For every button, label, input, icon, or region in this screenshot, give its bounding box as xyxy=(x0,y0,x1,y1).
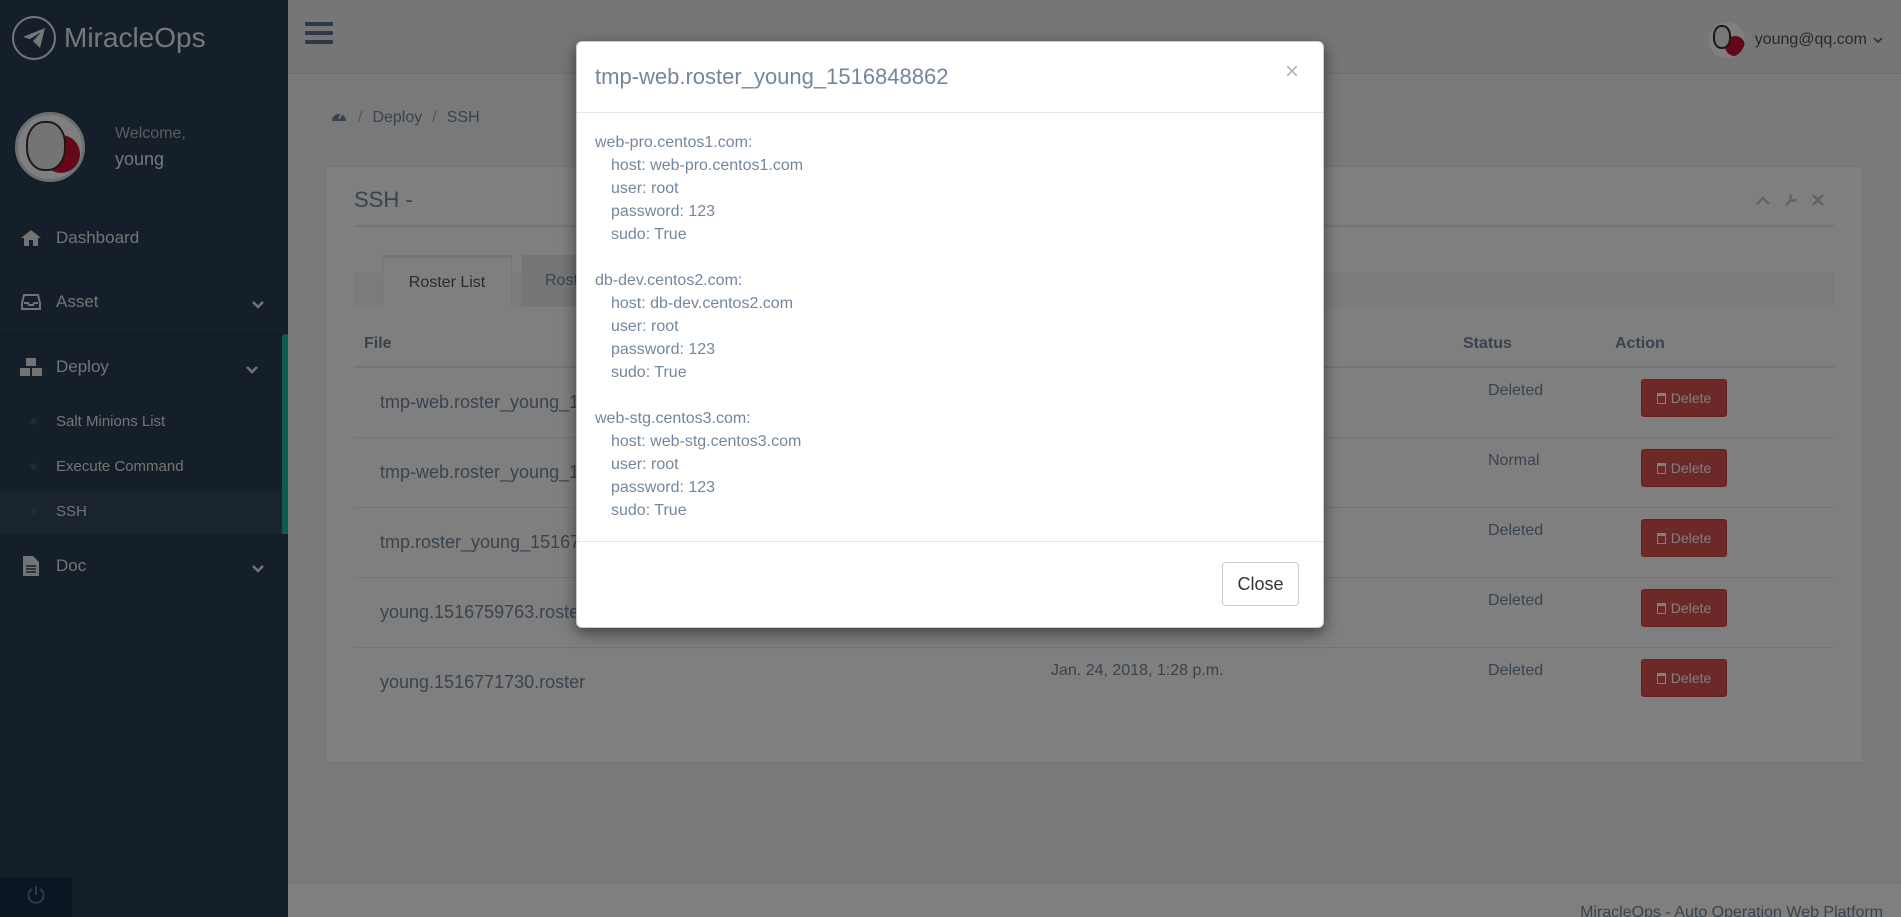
host-line: sudo: True xyxy=(611,502,687,519)
host-entry: web-pro.centos1.com: host: web-pro.cento… xyxy=(595,131,803,246)
host-name: db-dev.centos2.com: xyxy=(595,272,743,289)
host-line: host: web-pro.centos1.com xyxy=(611,157,804,174)
host-line: host: web-stg.centos3.com xyxy=(611,433,802,450)
host-line: sudo: True xyxy=(611,226,687,243)
modal-header: tmp-web.roster_young_1516848862 × xyxy=(577,42,1323,113)
host-entry: db-dev.centos2.com: host: db-dev.centos2… xyxy=(595,269,793,384)
close-icon[interactable]: × xyxy=(1285,58,1299,86)
host-line: user: root xyxy=(611,180,679,197)
host-line: user: root xyxy=(611,318,679,335)
host-line: password: 123 xyxy=(611,341,716,358)
host-line: password: 123 xyxy=(611,479,716,496)
host-line: host: db-dev.centos2.com xyxy=(611,295,794,312)
modal-body: web-pro.centos1.com: host: web-pro.cento… xyxy=(577,113,1323,542)
host-line: user: root xyxy=(611,456,679,473)
host-line: sudo: True xyxy=(611,364,687,381)
host-entry: web-stg.centos3.com: host: web-stg.cento… xyxy=(595,407,801,522)
host-name: web-pro.centos1.com: xyxy=(595,134,753,151)
host-name: web-stg.centos3.com: xyxy=(595,410,751,427)
modal-title: tmp-web.roster_young_1516848862 xyxy=(595,64,949,89)
modal-footer: Close xyxy=(577,542,1323,628)
host-line: password: 123 xyxy=(611,203,716,220)
close-button[interactable]: Close xyxy=(1222,562,1299,606)
roster-modal: tmp-web.roster_young_1516848862 × web-pr… xyxy=(576,41,1324,628)
